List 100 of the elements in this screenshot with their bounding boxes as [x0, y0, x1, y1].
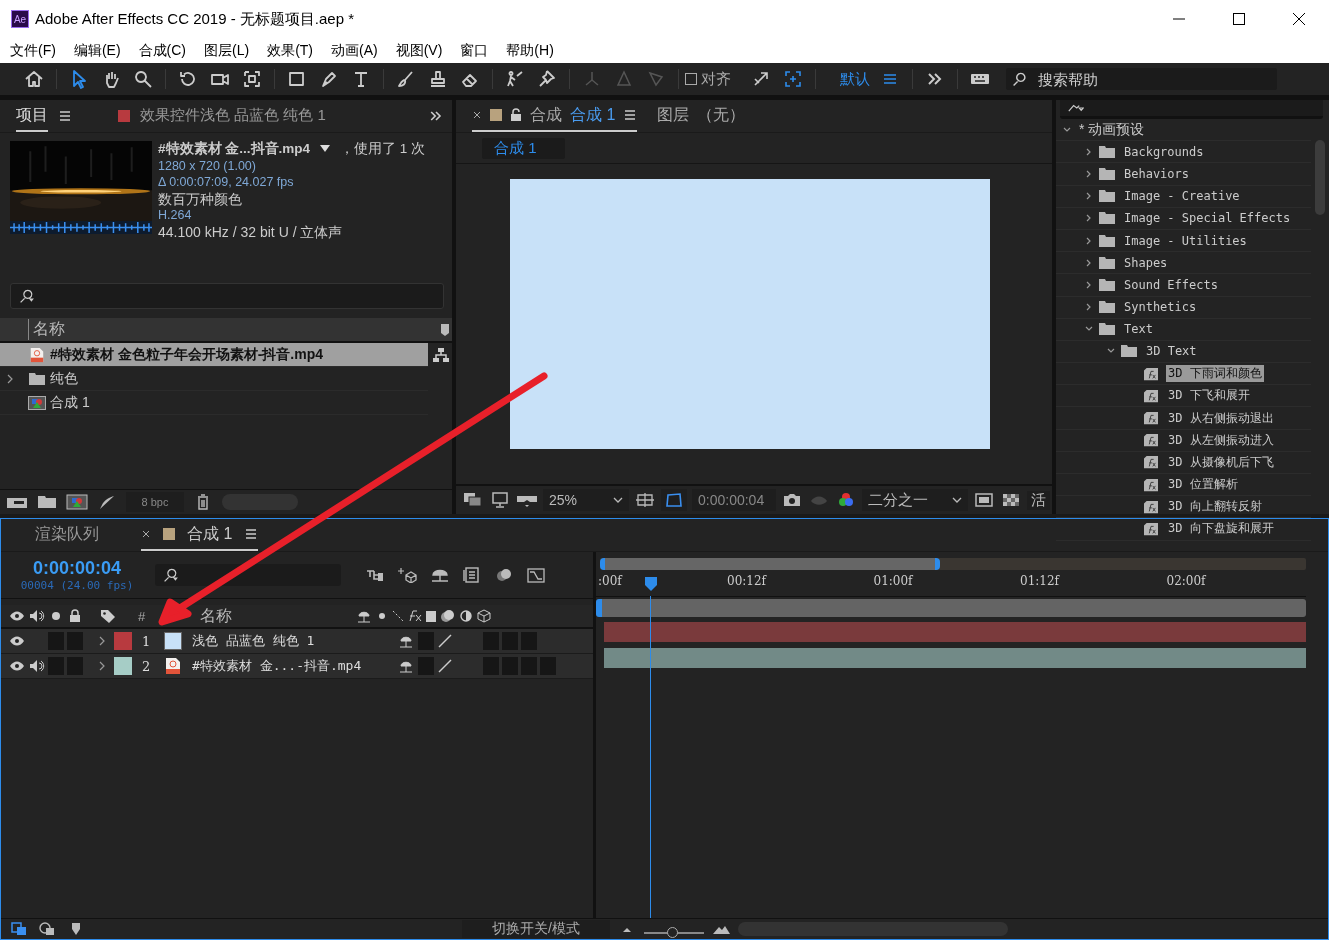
preset-item[interactable]: 3D 从右侧振动退出: [1166, 409, 1276, 427]
current-time[interactable]: 0:00:00:04: [32, 558, 122, 579]
panel-tab[interactable]: 渲染队列: [35, 519, 99, 551]
quality-slash-icon[interactable]: [437, 634, 453, 648]
checkerboard-icon[interactable]: [1000, 492, 1022, 508]
tree-item[interactable]: Image - Utilities: [1122, 233, 1249, 248]
project-search-field[interactable]: [10, 283, 444, 309]
zoom-dropdown[interactable]: 25%: [543, 489, 629, 511]
monitor-icon[interactable]: [489, 492, 511, 508]
unlock-icon[interactable]: [510, 108, 522, 122]
presets-search-field[interactable]: [1060, 100, 1323, 119]
menu-icon[interactable]: [623, 108, 638, 122]
panel-tab[interactable]: 图层 （无）: [657, 100, 746, 132]
playhead[interactable]: [644, 576, 658, 592]
layer-name[interactable]: 浅色 品蓝色 纯色 1: [192, 632, 398, 650]
brush-icon[interactable]: [396, 69, 416, 89]
flowchart-icon[interactable]: [432, 346, 450, 363]
camera-view-label[interactable]: 活: [1027, 490, 1050, 510]
preset-item[interactable]: 3D 下雨词和颜色: [1166, 365, 1264, 383]
column-header[interactable]: 名称: [200, 605, 350, 627]
puppet-icon[interactable]: [505, 69, 525, 89]
tree-item[interactable]: Synthetics: [1122, 300, 1199, 315]
scroll-bar[interactable]: [1315, 140, 1325, 215]
folder-icon[interactable]: [36, 494, 58, 510]
layer-duration-bar[interactable]: [604, 647, 1306, 668]
label-icon[interactable]: [440, 322, 450, 337]
speaker-icon[interactable]: [29, 659, 45, 673]
tree-item[interactable]: Backgrounds: [1122, 144, 1206, 159]
panel-tab[interactable]: 合成 合成 1: [472, 100, 638, 132]
zoom-slider-thumb[interactable]: [666, 927, 678, 938]
eye-icon[interactable]: [9, 609, 25, 623]
lock-icon[interactable]: [67, 609, 83, 623]
bit-depth-button[interactable]: 8 bpc: [126, 492, 184, 512]
chevron-down-icon[interactable]: [613, 497, 623, 503]
camera-icon[interactable]: [781, 492, 803, 508]
column-header[interactable]: #: [138, 608, 158, 624]
stacked-frames-icon[interactable]: [462, 492, 484, 508]
preset-item[interactable]: 3D 从左侧振动进入: [1166, 431, 1276, 449]
menu-item[interactable]: 合成(C): [138, 41, 186, 60]
stamp-icon[interactable]: [428, 69, 448, 89]
help-search-field[interactable]: 搜索帮助: [1006, 68, 1277, 90]
tree-item[interactable]: Behaviors: [1122, 166, 1192, 181]
menu-item[interactable]: 编辑(E): [73, 41, 121, 60]
breadcrumb[interactable]: 合成 1: [482, 137, 565, 159]
menu-item[interactable]: 效果(T): [267, 41, 313, 60]
menu-item[interactable]: 帮助(H): [506, 41, 554, 60]
preset-item[interactable]: 3D 从摄像机后下飞: [1166, 453, 1276, 471]
tree-item[interactable]: Shapes: [1122, 255, 1170, 270]
snap-icon[interactable]: [783, 69, 803, 89]
layer-search-field[interactable]: [155, 564, 341, 586]
menu-item[interactable]: 文件(F): [10, 41, 56, 60]
search-icon[interactable]: [163, 567, 179, 583]
graph-editor-icon[interactable]: [525, 567, 547, 583]
pin-icon[interactable]: [537, 69, 557, 89]
search-icon[interactable]: [1012, 71, 1028, 87]
menu-icon[interactable]: [58, 109, 72, 123]
chevron-right-icon[interactable]: [98, 635, 106, 647]
label-color[interactable]: [114, 632, 132, 650]
close-icon[interactable]: [141, 529, 151, 539]
eye-icon[interactable]: [9, 634, 25, 648]
maximize-icon[interactable]: [1232, 12, 1246, 26]
preset-item[interactable]: 3D 向下盘旋和展开: [1166, 520, 1276, 538]
project-item[interactable]: 合成 1: [0, 391, 428, 415]
timecode-display[interactable]: 0:00:00:04: [692, 489, 776, 511]
menu-icon[interactable]: [244, 527, 259, 541]
menu-item[interactable]: 视图(V): [395, 41, 443, 60]
layer-name[interactable]: #特效素材 金...-抖音.mp4: [192, 657, 398, 675]
eye-icon[interactable]: [9, 659, 25, 673]
resolution-dropdown[interactable]: 二分之一: [862, 489, 968, 511]
toggle-switches-modes-button[interactable]: 切换开关/模式: [462, 920, 610, 938]
magnifier-icon[interactable]: [133, 69, 153, 89]
pen-icon[interactable]: [319, 69, 339, 89]
menu-item[interactable]: 动画(A): [331, 41, 378, 60]
menu-item[interactable]: 窗口: [460, 41, 489, 60]
workspace-label[interactable]: 默认: [840, 69, 870, 89]
align-checkbox[interactable]: 对齐: [685, 69, 731, 89]
chevron-down-icon[interactable]: [952, 497, 962, 503]
preset-item[interactable]: 3D 下飞和展开: [1166, 387, 1252, 405]
speaker-icon[interactable]: [29, 609, 45, 623]
home-icon[interactable]: [24, 69, 44, 89]
project-item[interactable]: 纯色: [0, 367, 428, 391]
search-icon[interactable]: [19, 288, 35, 304]
tree-item[interactable]: Sound Effects: [1122, 277, 1220, 292]
label-tag-icon[interactable]: [100, 609, 116, 623]
close-icon[interactable]: [1292, 12, 1306, 26]
region-icon[interactable]: [634, 492, 656, 508]
preset-item[interactable]: 3D 向上翻转反射: [1166, 498, 1264, 516]
tree-item[interactable]: Image - Special Effects: [1122, 211, 1293, 226]
close-icon[interactable]: [472, 110, 482, 120]
tree-item[interactable]: * 动画预设: [1079, 120, 1145, 139]
quality-slash-icon[interactable]: [437, 659, 453, 673]
rectangle-icon[interactable]: [287, 69, 307, 89]
rotate-icon[interactable]: [178, 69, 198, 89]
cube-sparkle-icon[interactable]: [397, 567, 419, 583]
tree-item[interactable]: Image - Creative: [1122, 189, 1242, 204]
panel-tab[interactable]: 合成 1: [141, 519, 259, 551]
composition-icon[interactable]: [66, 494, 88, 510]
mask-path-icon[interactable]: [661, 489, 687, 511]
tree-item[interactable]: 3D Text: [1144, 344, 1199, 359]
menu-item[interactable]: 图层(L): [204, 41, 250, 60]
